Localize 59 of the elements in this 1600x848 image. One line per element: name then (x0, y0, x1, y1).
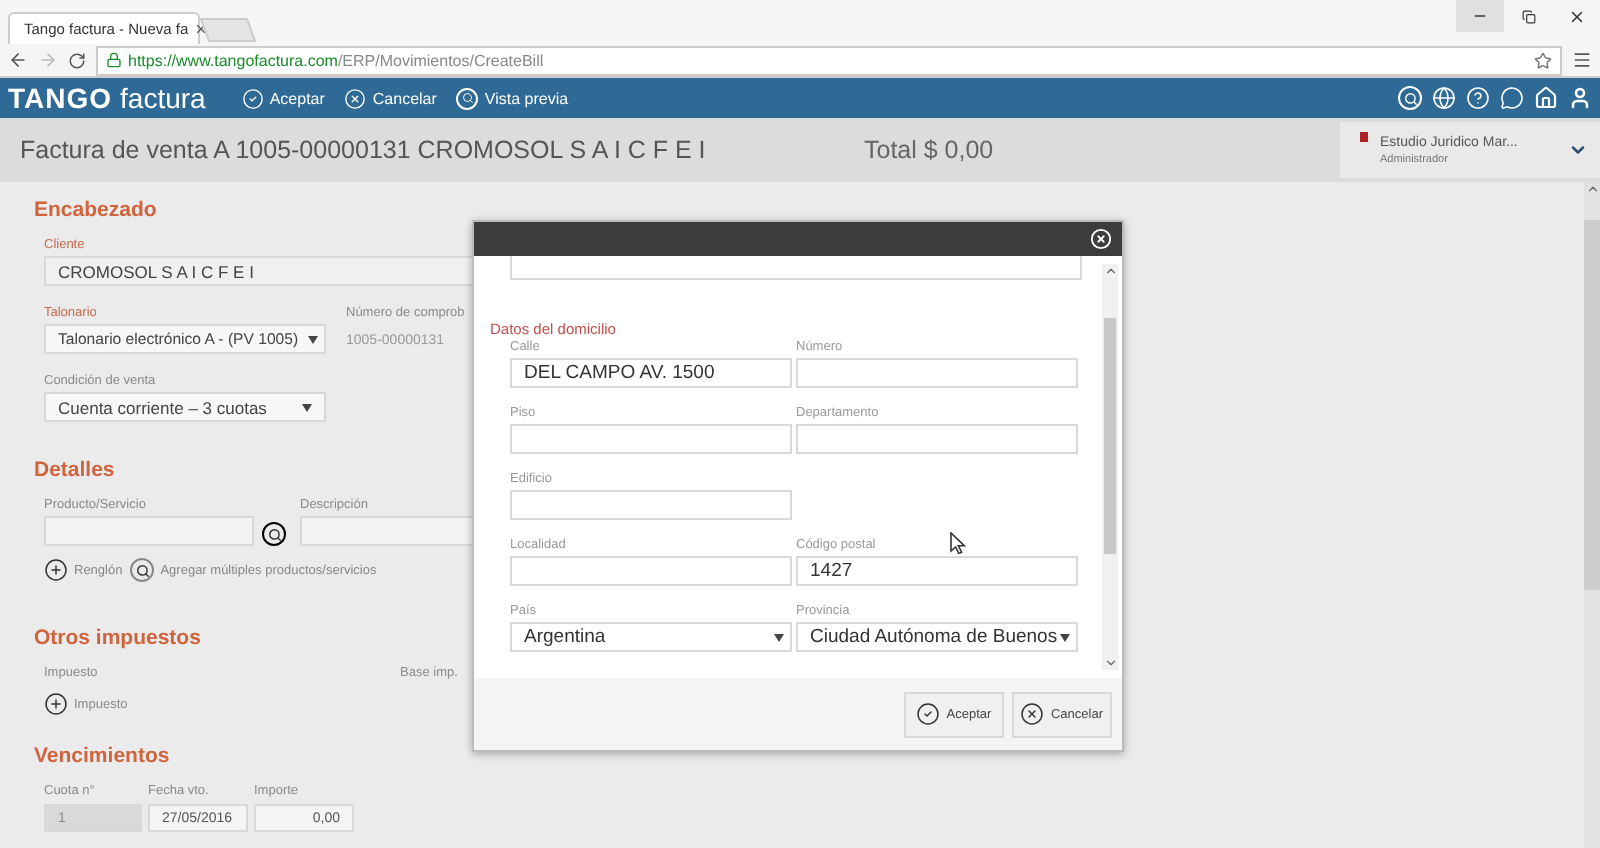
chevron-down-icon[interactable] (1568, 140, 1588, 160)
close-icon (1020, 702, 1045, 726)
select-field[interactable]: Argentina (510, 622, 792, 652)
text-field[interactable] (510, 424, 792, 454)
caret-icon (774, 633, 784, 641)
caret-icon (308, 335, 318, 343)
lock-icon (106, 52, 122, 68)
text-field[interactable] (796, 358, 1078, 388)
text-field[interactable]: 1427 (796, 556, 1078, 586)
product-field[interactable] (44, 516, 254, 546)
address-field[interactable]: https://www.tangofactura.com/ERP/Movimientos/CreateBill (96, 45, 1562, 75)
search-icon (262, 522, 286, 546)
globe-icon[interactable] (1432, 86, 1456, 110)
select-field[interactable]: Ciudad Autónoma de Buenos (796, 622, 1078, 652)
section-title: Encabezado (34, 198, 157, 222)
plus-icon (44, 558, 68, 582)
check-icon (241, 87, 264, 109)
url-text: https://www.tangofactura.com/ERP/Movimientos/CreateBill (128, 51, 544, 69)
flag-icon (1360, 132, 1368, 142)
search-icon[interactable] (1398, 86, 1422, 110)
chevron-up-icon (1585, 182, 1599, 196)
close-icon (344, 87, 367, 109)
section-title: Otros impuestos (34, 626, 201, 650)
total-amount: Total $ 0,00 (864, 136, 994, 164)
cursor-icon (950, 532, 966, 554)
toolbar-button[interactable]: Vista previa (456, 87, 569, 109)
text-field[interactable] (510, 556, 792, 586)
chat-icon[interactable] (1500, 86, 1524, 110)
text-field[interactable]: DEL CAMPO AV. 1500 (510, 358, 792, 388)
plus-icon (44, 692, 68, 716)
text-field[interactable] (510, 490, 792, 520)
help-icon[interactable] (1466, 86, 1490, 110)
restore-icon (1521, 9, 1535, 23)
reload-icon[interactable] (68, 51, 86, 69)
home-icon[interactable] (1534, 86, 1558, 110)
select-field[interactable]: Cuenta corriente – 3 cuotas (44, 392, 326, 422)
caret-icon (1060, 633, 1070, 641)
text-field[interactable] (510, 256, 1082, 280)
back-icon[interactable] (8, 50, 28, 70)
document-title: Factura de venta A 1005-00000131 CROMOSOL S A I C F E I (20, 136, 708, 164)
scrollbar[interactable] (1584, 182, 1600, 848)
user-icon[interactable] (1568, 86, 1592, 110)
chevron-up-icon (1103, 264, 1117, 278)
logo-text: TANGO (8, 82, 113, 114)
section-title: Detalles (34, 458, 115, 482)
close-icon (1567, 7, 1585, 25)
search-icon (130, 558, 155, 582)
chevron-down-icon (1103, 656, 1117, 670)
toolbar-button[interactable]: Cancelar (344, 87, 437, 109)
section-title: Vencimientos (34, 744, 170, 768)
product-name: factura (120, 82, 206, 114)
text-field[interactable] (796, 424, 1078, 454)
star-icon[interactable] (1534, 51, 1552, 69)
toolbar-button[interactable]: Aceptar (241, 87, 325, 109)
menu-icon[interactable] (1572, 50, 1592, 70)
caret-icon (302, 403, 312, 411)
search-icon (456, 87, 479, 109)
check-icon (916, 702, 941, 726)
scrollbar[interactable] (1102, 264, 1118, 670)
